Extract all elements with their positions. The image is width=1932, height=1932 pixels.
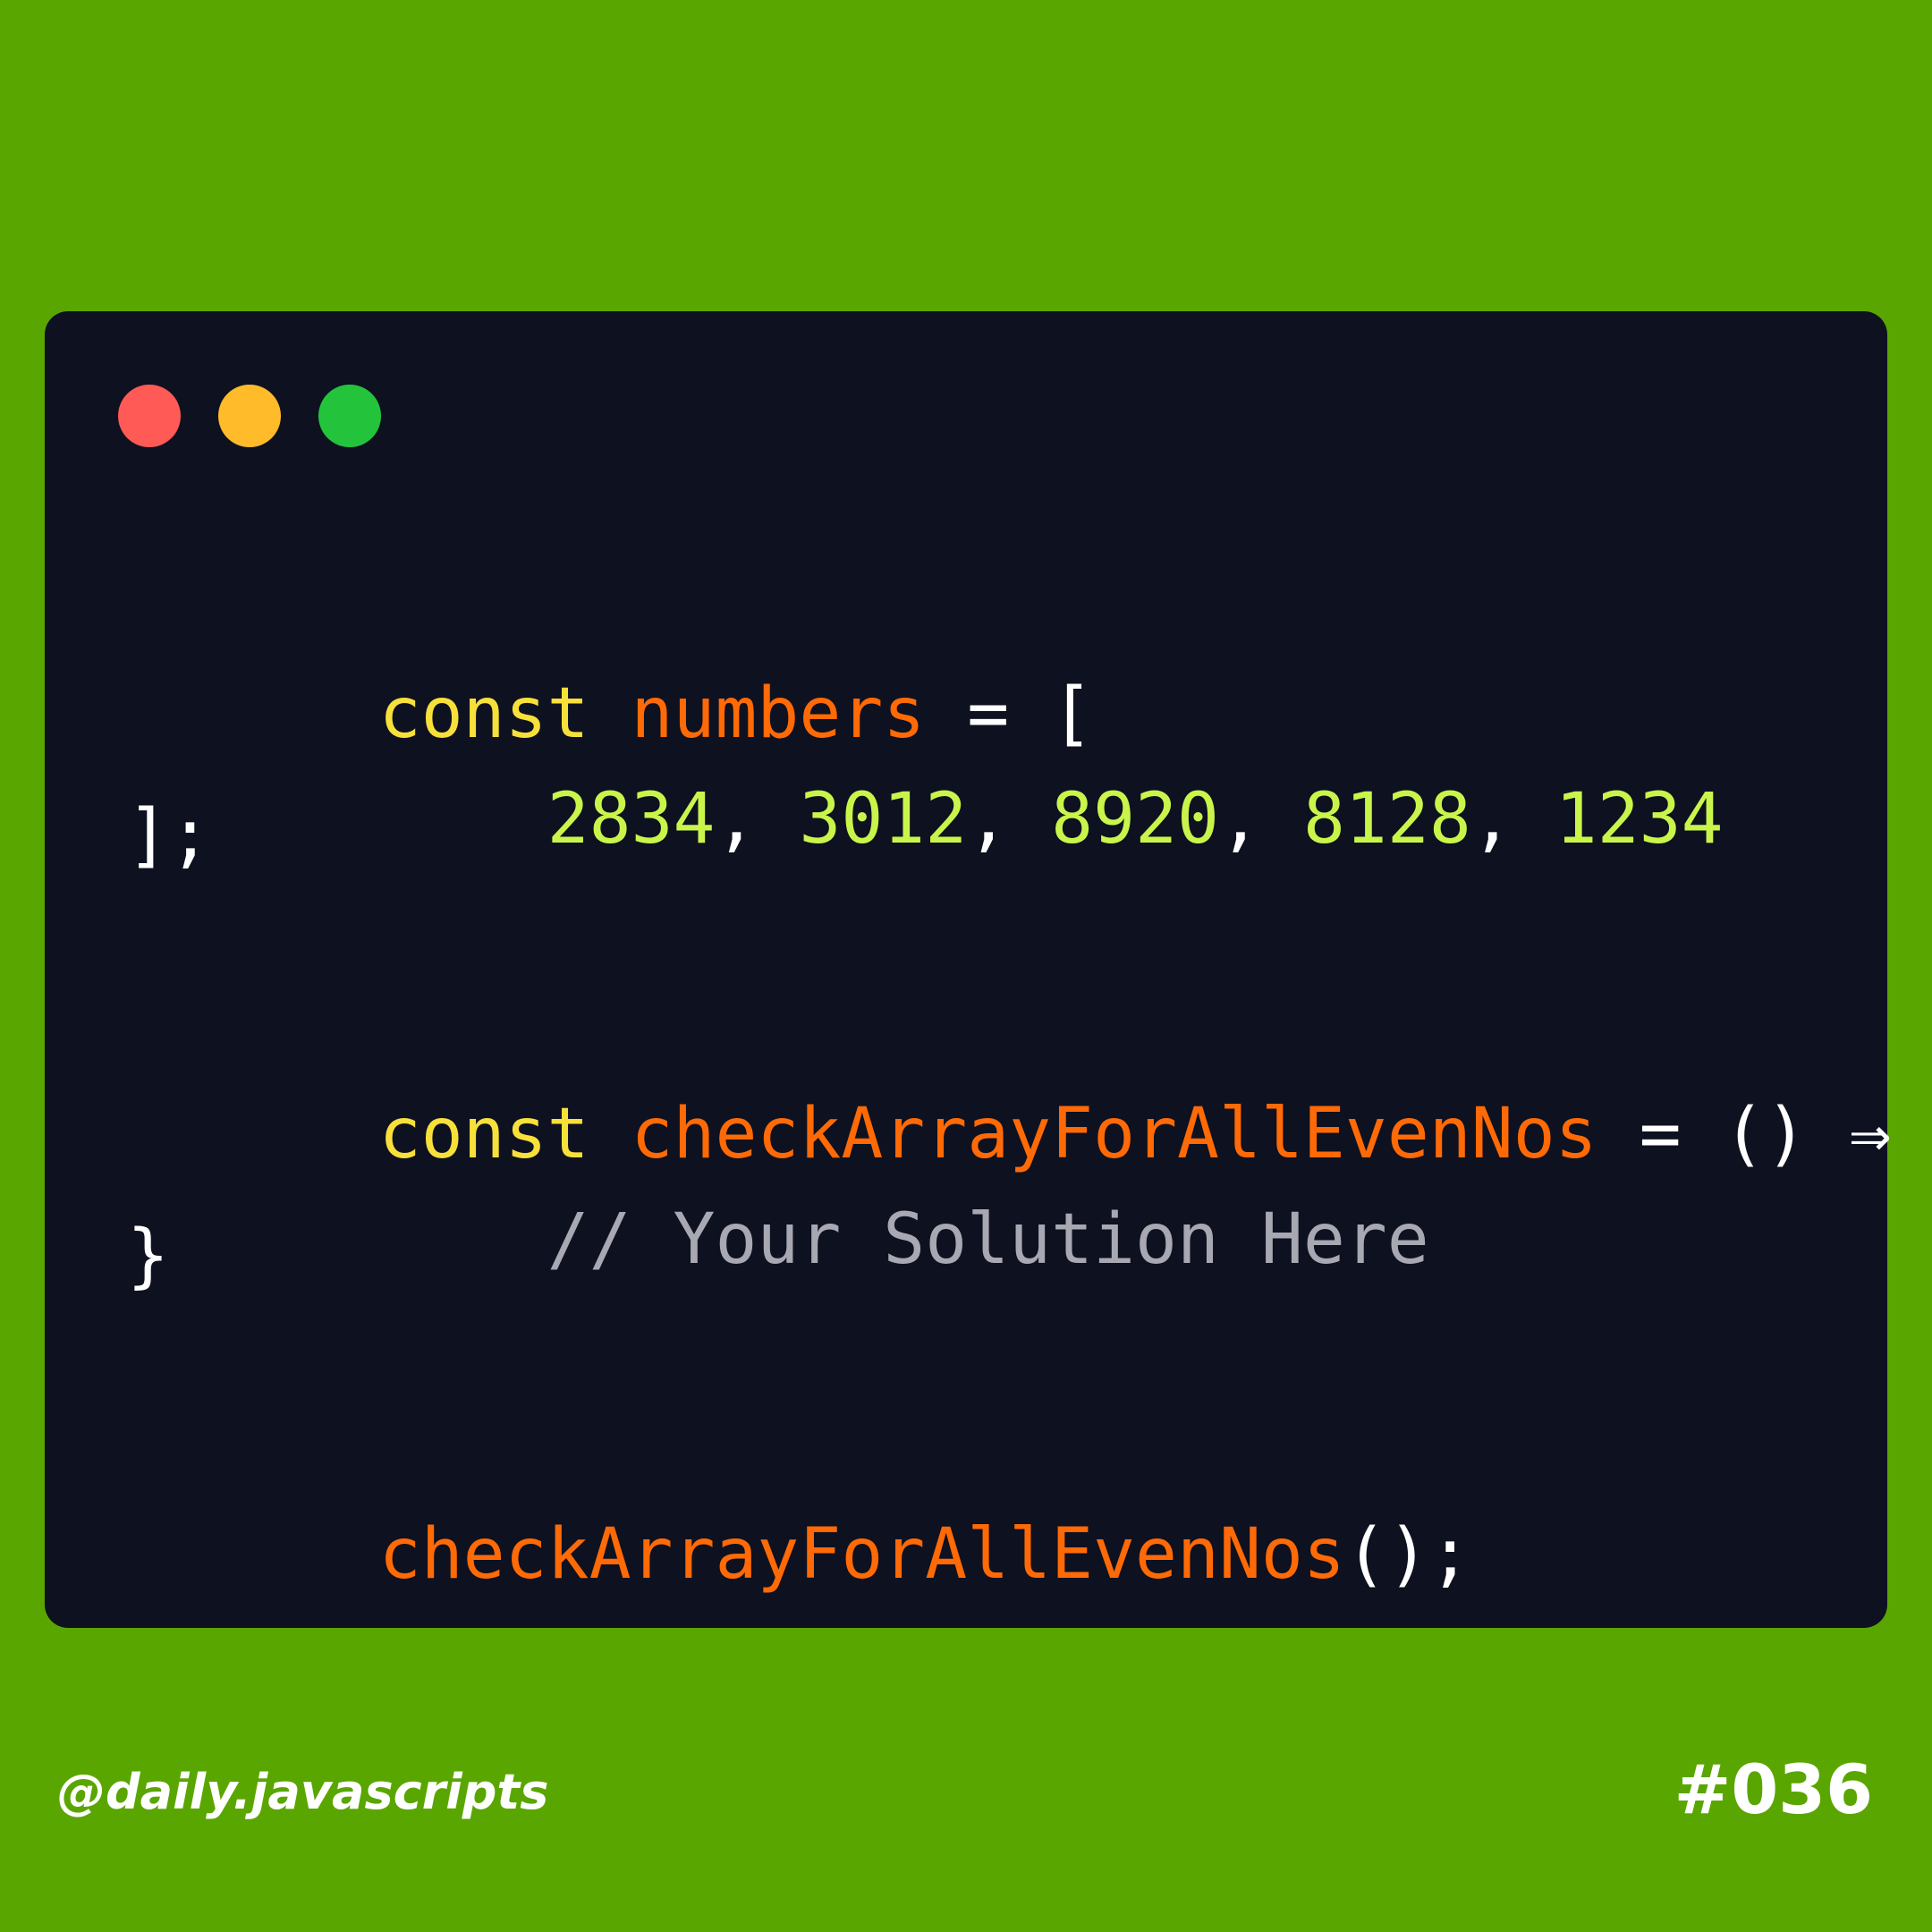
comma: , (1470, 779, 1513, 860)
code-line-5: const checkArrayForAllEvenNos = () ⇒ { (127, 1000, 1932, 1174)
code-comment: // Your Solution Here (547, 1199, 1429, 1280)
comma: , (1219, 779, 1261, 860)
maximize-button[interactable] (318, 385, 381, 447)
code-line-2: 2834, 3012, 8920, 8128, 1234 (127, 685, 1724, 860)
comma: , (967, 779, 1010, 860)
parameter-parens: () (1723, 1094, 1808, 1174)
code-line-6: // Your Solution Here (127, 1106, 1429, 1280)
author-handle: @daily.javascripts (57, 1764, 549, 1820)
arrow-operator: ⇒ (1849, 1094, 1892, 1174)
post-number: #036 (1674, 1750, 1873, 1829)
assign-operator: = (1639, 1094, 1682, 1174)
code-block: const numbers = [ 2834, 3012, 8920, 8128… (127, 311, 1891, 1595)
number-value: 2834 (547, 779, 716, 860)
number-value: 3012 (799, 779, 968, 860)
number-value: 8920 (1051, 779, 1220, 860)
code-line-9: checkArrayForAllEvenNos(); (127, 1420, 1471, 1595)
function-call-parens: (); (1344, 1514, 1471, 1595)
code-line-1: const numbers = [ (127, 580, 1093, 754)
function-call-name: checkArrayForAllEvenNos (378, 1514, 1345, 1595)
code-line-3: ]; (127, 795, 211, 876)
comma: , (715, 779, 758, 860)
number-value: 1234 (1555, 779, 1724, 860)
number-value: 8128 (1302, 779, 1471, 860)
code-window: const numbers = [ 2834, 3012, 8920, 8128… (45, 311, 1891, 1628)
code-line-7: } (127, 1216, 169, 1296)
